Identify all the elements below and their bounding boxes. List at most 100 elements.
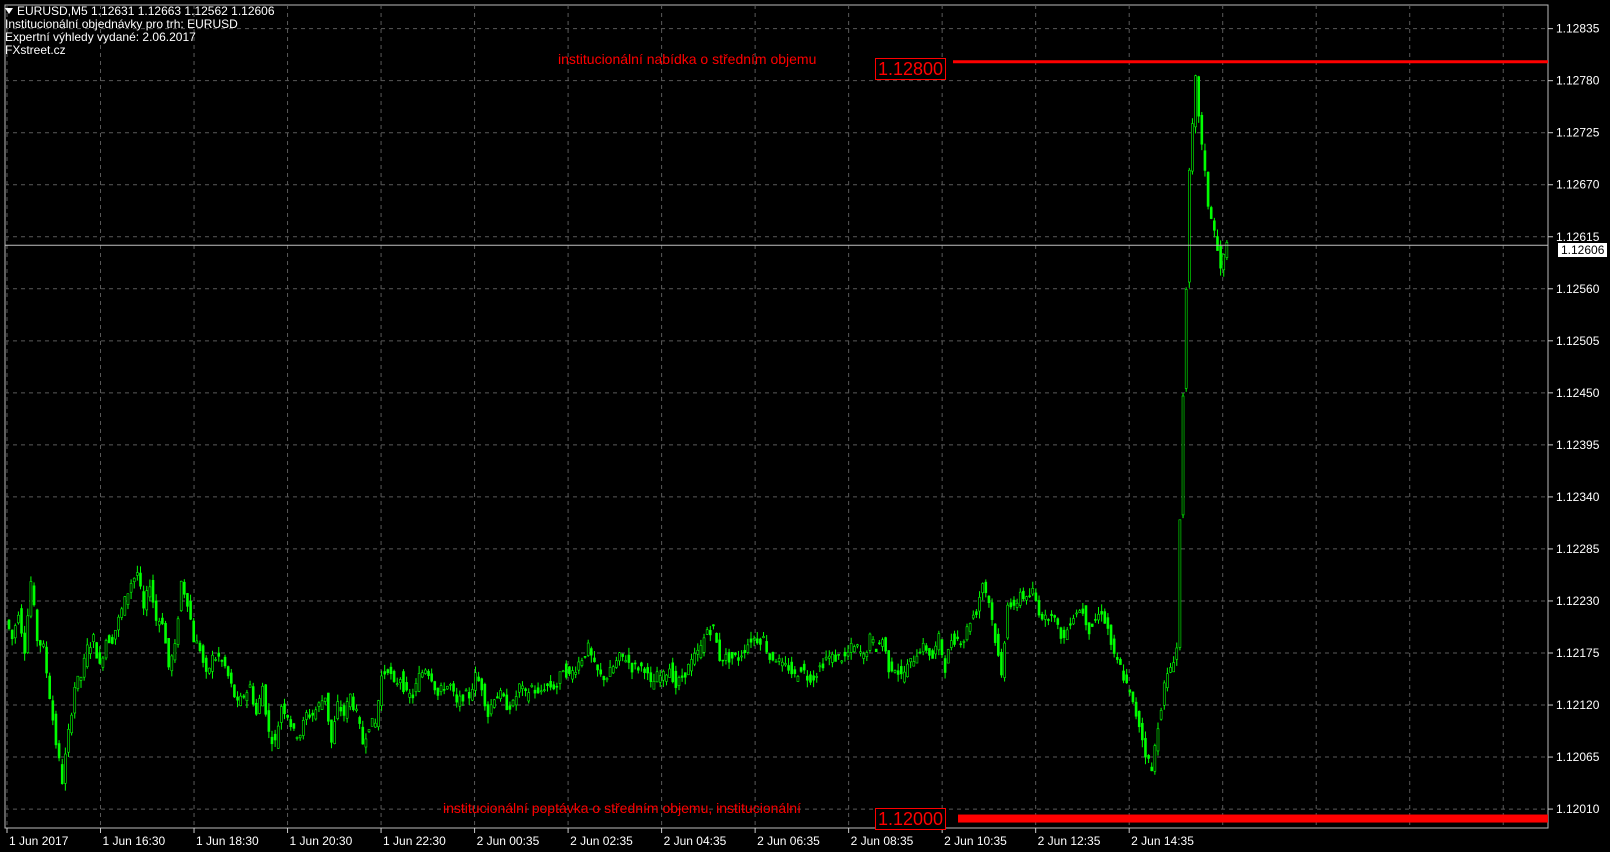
candle-body [236, 696, 239, 701]
candle-body [868, 633, 872, 651]
candle-body [677, 677, 681, 686]
candle-body [229, 672, 233, 684]
candle-body [1081, 608, 1085, 614]
candle-body [737, 657, 740, 661]
candle-body [183, 581, 186, 595]
candle-body [380, 675, 383, 706]
candle-body [997, 633, 1000, 656]
candle-body [164, 622, 167, 644]
candle-body [815, 676, 819, 678]
candle-body [339, 706, 343, 712]
candle-body [693, 653, 696, 665]
candle-body [261, 685, 264, 707]
candle-body [226, 666, 230, 677]
candle-body [464, 689, 468, 692]
candle-body [665, 674, 668, 682]
candle-body [718, 639, 721, 661]
candle-body [1150, 766, 1154, 772]
candle-body [486, 704, 490, 717]
candle-body [1000, 651, 1003, 676]
candle-body [611, 666, 615, 674]
candle-body [1018, 591, 1022, 606]
candle-body [373, 722, 377, 728]
y-tick-label: 1.12780 [1556, 74, 1600, 88]
bid-level-price[interactable]: 1.12000 [875, 808, 947, 830]
candle-body [586, 642, 590, 656]
candle-body [702, 637, 706, 653]
candle-body [477, 676, 480, 682]
candle-body [405, 682, 408, 691]
candle-body [787, 665, 790, 671]
candle-body [965, 626, 969, 641]
candle-body [1153, 745, 1157, 772]
candle-body [1043, 614, 1047, 620]
candle-body [552, 684, 556, 690]
candle-body [909, 658, 912, 663]
candle-body [1219, 245, 1222, 269]
candle-body [514, 696, 518, 706]
candle-body [1056, 618, 1060, 625]
candle-body [937, 633, 941, 651]
candle-body [627, 654, 631, 663]
candle-body [136, 572, 139, 576]
candle-body [92, 634, 95, 643]
candle-body [176, 618, 180, 645]
candle-body [1103, 611, 1107, 624]
candle-body [865, 652, 869, 657]
candle-body [796, 676, 800, 682]
candle-body [1172, 662, 1175, 673]
candle-body [856, 644, 859, 647]
candle-body [724, 653, 728, 661]
candle-body [765, 641, 768, 653]
header-line-4: FXstreet.cz [5, 43, 66, 57]
candle-body [859, 651, 862, 654]
candle-body [208, 667, 211, 674]
candle-body [1213, 220, 1216, 231]
candle-body [887, 650, 891, 673]
candle-body [806, 675, 809, 681]
candle-body [546, 683, 549, 686]
offer-level-price[interactable]: 1.12800 [875, 58, 947, 80]
candle-body [593, 657, 596, 663]
candle-body [696, 649, 700, 655]
symbol-line: EURUSD,M5 1.12631 1.12663 1.12562 1.1260… [17, 4, 275, 18]
candle-body [430, 673, 433, 682]
candle-body [571, 670, 574, 680]
candle-body [305, 712, 308, 720]
candle-body [145, 590, 149, 611]
candle-body [364, 738, 368, 748]
candle-body [1053, 615, 1056, 618]
candle-body [984, 581, 988, 594]
candle-body [564, 663, 568, 678]
candle-body [759, 638, 762, 645]
candle-body [843, 651, 847, 657]
candle-body [1125, 674, 1128, 684]
candle-body [489, 704, 493, 715]
candle-body [148, 586, 152, 598]
candle-body [417, 673, 421, 692]
candle-body [101, 657, 105, 668]
candle-body [7, 619, 11, 629]
candle-body [649, 672, 653, 682]
x-tick-label: 2 Jun 04:35 [664, 834, 727, 848]
bid-level-label: institucionální poptávka o středním obje… [443, 800, 801, 816]
y-tick-label: 1.12120 [1556, 698, 1600, 712]
candle-body [20, 608, 23, 634]
candle-body [170, 655, 174, 672]
candle-body [39, 640, 42, 646]
candle-body [755, 638, 759, 644]
candle-body [749, 638, 753, 643]
price-chart[interactable]: 1.12835 1.12780 1.12725 1.12670 1.12615 1.125… [0, 0, 1610, 852]
chevron-down-icon[interactable] [5, 8, 13, 14]
candle-body [646, 667, 649, 674]
candle-body [64, 753, 67, 784]
candle-body [70, 714, 73, 734]
candle-body [881, 639, 884, 647]
candle-body [558, 671, 562, 684]
candle-body [251, 686, 255, 705]
candle-body [618, 652, 621, 662]
candle-body [211, 654, 214, 672]
candle-body [402, 671, 405, 693]
y-tick-label: 1.12285 [1556, 542, 1600, 556]
candle-body [420, 672, 424, 678]
